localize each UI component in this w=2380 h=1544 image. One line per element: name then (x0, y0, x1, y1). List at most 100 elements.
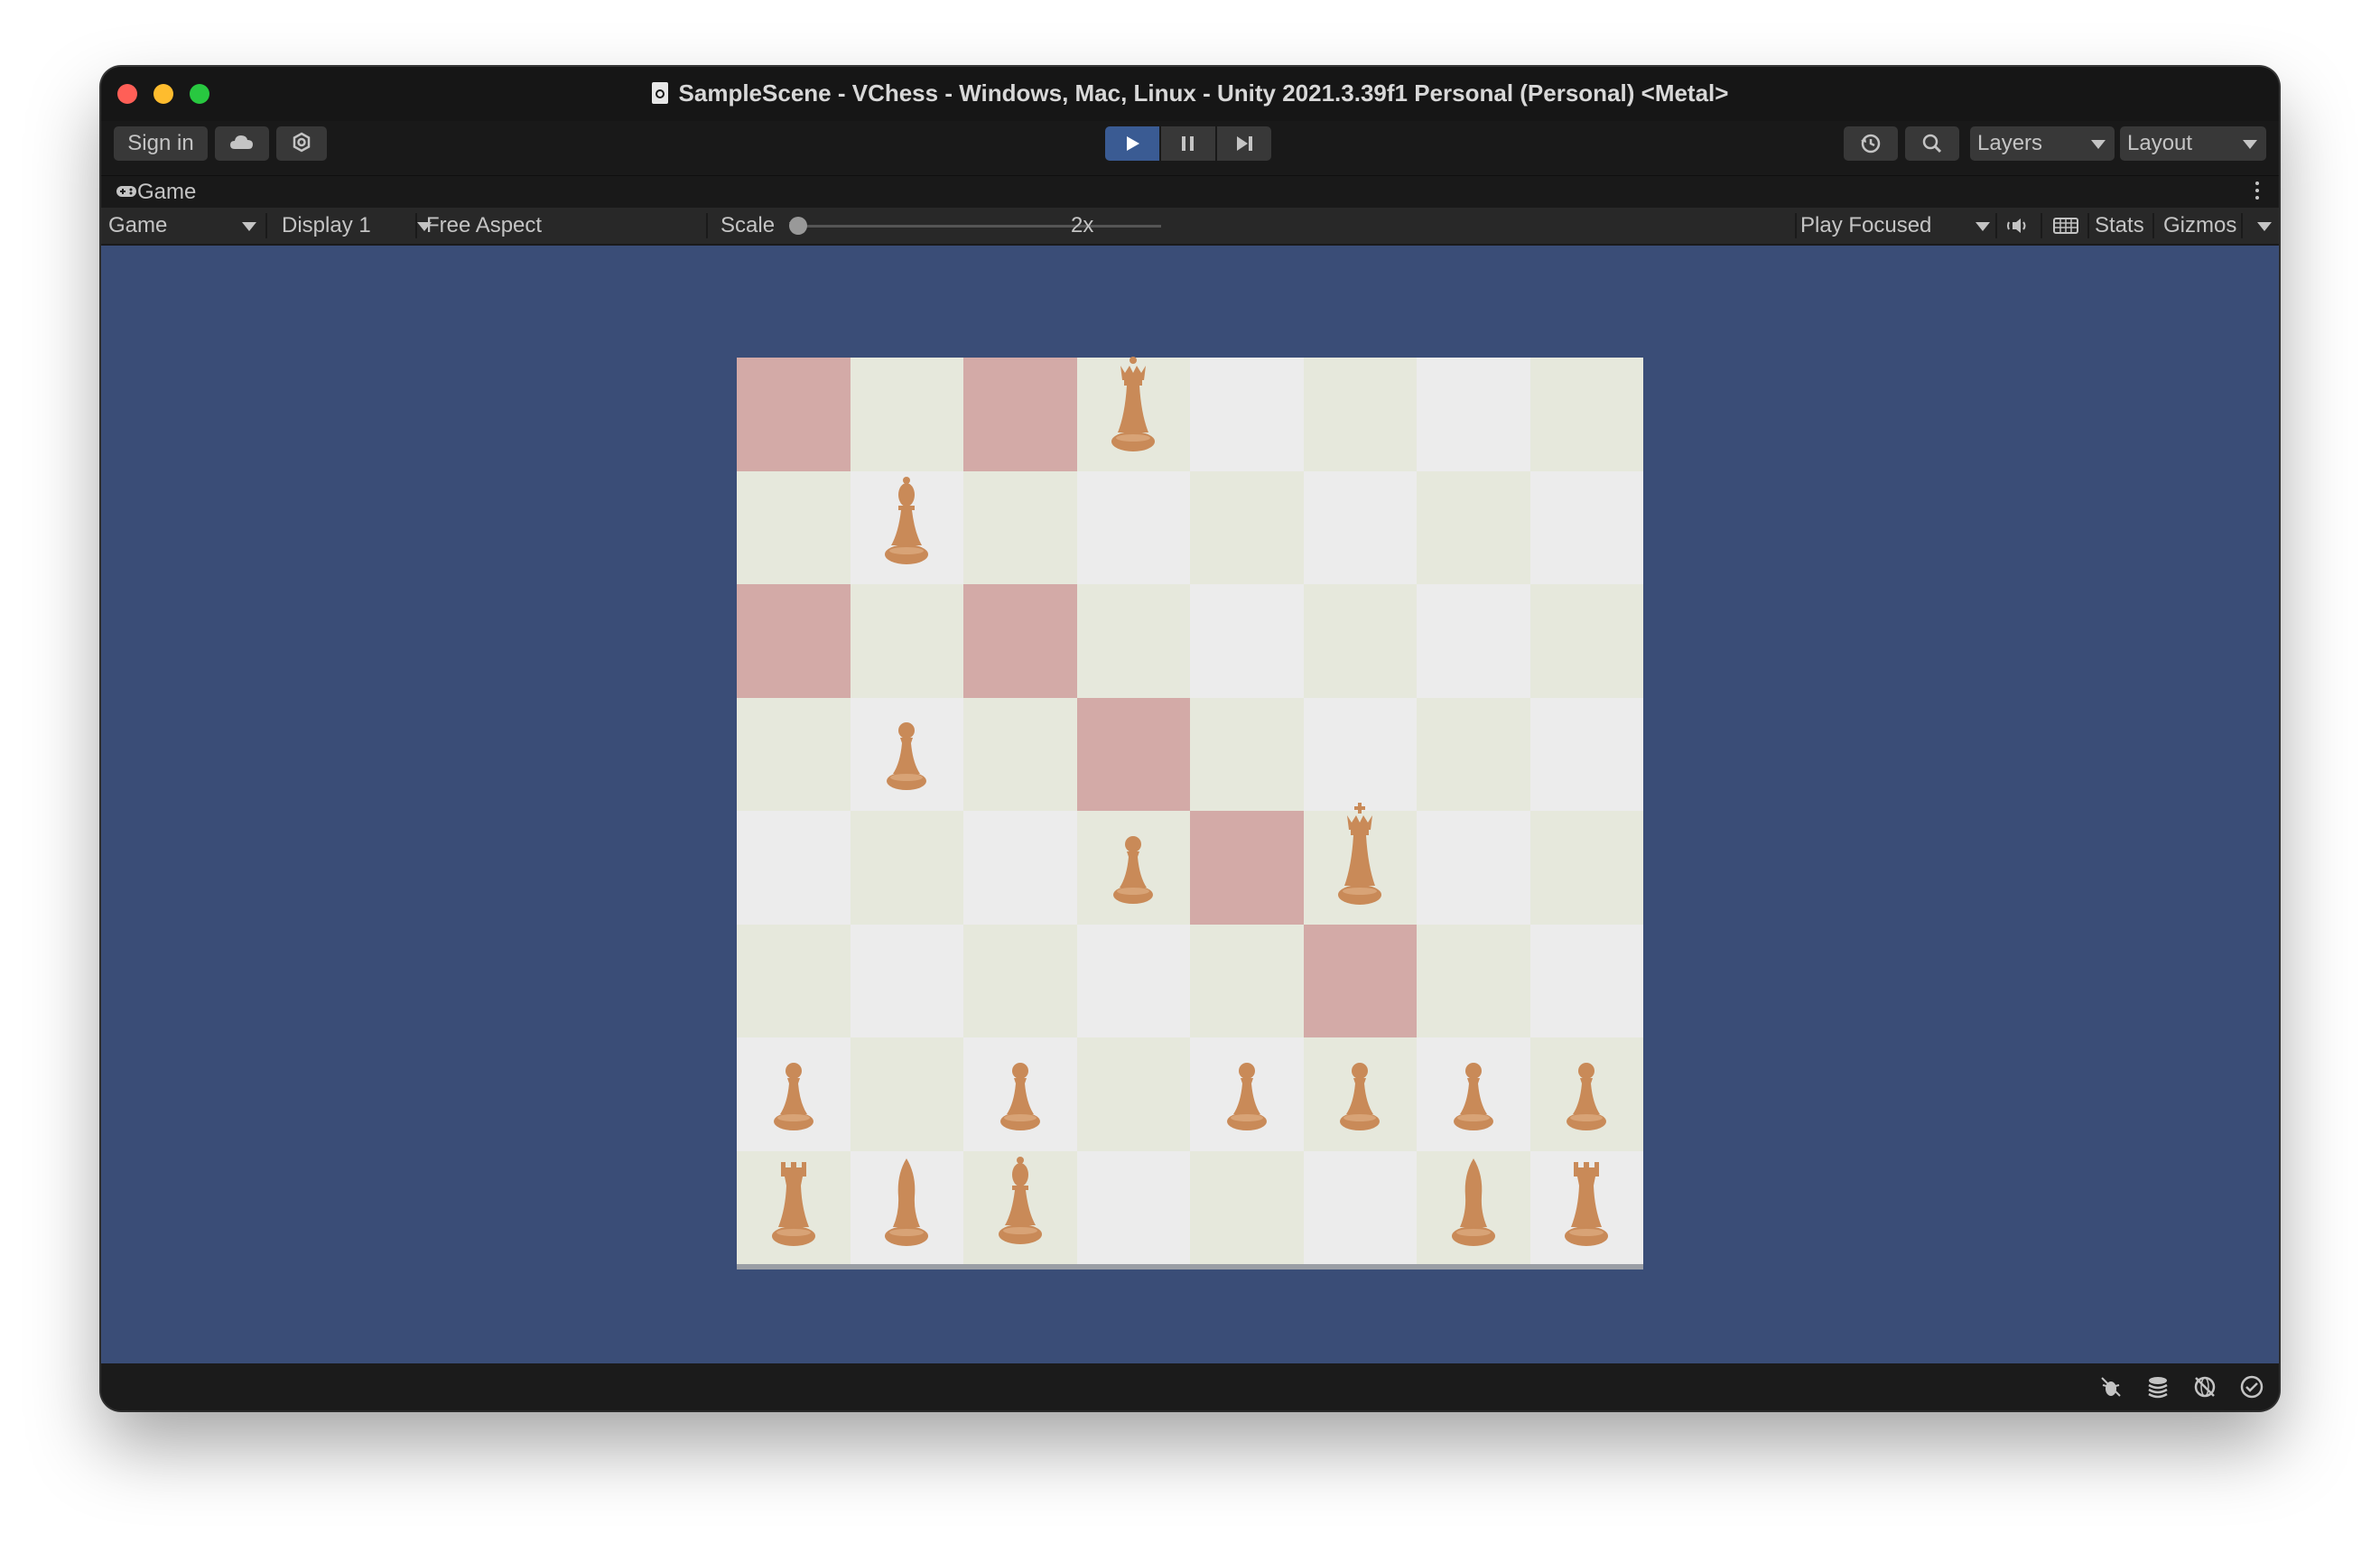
board-square[interactable] (1303, 802, 1417, 925)
board-square[interactable] (1529, 811, 1643, 925)
search-button[interactable] (1905, 126, 1959, 161)
game-view-viewport[interactable] (101, 246, 2279, 1363)
board-square[interactable] (850, 358, 963, 471)
board-square[interactable] (850, 924, 963, 1037)
view-mode-dropdown[interactable]: Game (108, 208, 262, 244)
check-circle-icon[interactable] (2239, 1374, 2264, 1400)
board-square[interactable] (1076, 584, 1190, 698)
board-square[interactable] (1417, 584, 1530, 698)
board-square[interactable] (1076, 355, 1190, 471)
board-square[interactable] (1417, 1150, 1530, 1264)
board-square[interactable] (1076, 811, 1190, 925)
chess-knight-icon[interactable] (880, 1155, 933, 1253)
board-square[interactable] (850, 584, 963, 698)
board-square[interactable] (963, 697, 1077, 811)
more-options-icon[interactable] (2255, 181, 2259, 203)
board-square[interactable] (850, 811, 963, 925)
step-button[interactable] (1217, 126, 1271, 161)
board-square[interactable] (963, 1150, 1077, 1264)
board-square[interactable] (850, 697, 963, 811)
board-square[interactable] (737, 811, 851, 925)
board-square[interactable] (1303, 584, 1417, 698)
board-square[interactable] (1417, 358, 1530, 471)
board-square[interactable] (1529, 470, 1643, 584)
board-square-highlighted[interactable] (737, 358, 851, 471)
board-square[interactable] (1190, 358, 1304, 471)
mute-audio-button[interactable] (2001, 208, 2037, 244)
chess-rook-icon[interactable] (767, 1155, 820, 1253)
chess-bishop-icon[interactable] (994, 1155, 1046, 1253)
board-square[interactable] (850, 1150, 963, 1264)
board-square[interactable] (1303, 697, 1417, 811)
gizmos-button[interactable]: Gizmos (2163, 208, 2236, 244)
board-square[interactable] (737, 924, 851, 1037)
collab-settings-button[interactable] (276, 126, 327, 161)
board-square[interactable] (1303, 1037, 1417, 1151)
board-square-highlighted[interactable] (1076, 697, 1190, 811)
chess-pawn-icon[interactable] (1221, 1058, 1273, 1140)
chess-queen-icon[interactable] (1107, 355, 1159, 460)
board-square[interactable] (1417, 1037, 1530, 1151)
chess-pawn-icon[interactable] (1560, 1058, 1613, 1140)
cloud-button[interactable] (215, 126, 269, 161)
board-square[interactable] (963, 470, 1077, 584)
shortcuts-button[interactable] (2048, 208, 2084, 244)
board-square[interactable] (1190, 584, 1304, 698)
board-square[interactable] (963, 811, 1077, 925)
board-square[interactable] (1417, 470, 1530, 584)
board-square[interactable] (1303, 470, 1417, 584)
board-square[interactable] (1529, 924, 1643, 1037)
chess-pawn-icon[interactable] (1107, 832, 1159, 914)
play-button[interactable] (1105, 126, 1159, 161)
board-square[interactable] (1417, 924, 1530, 1037)
layers-dropdown[interactable]: Layers (1970, 126, 2115, 161)
board-square[interactable] (1417, 697, 1530, 811)
board-square[interactable] (1190, 470, 1304, 584)
board-square[interactable] (737, 1037, 851, 1151)
chess-board[interactable] (737, 355, 1643, 1270)
board-square-highlighted[interactable] (1303, 924, 1417, 1037)
board-square[interactable] (1190, 924, 1304, 1037)
board-square[interactable] (737, 697, 851, 811)
board-square[interactable] (1076, 470, 1190, 584)
chess-pawn-icon[interactable] (1447, 1058, 1500, 1140)
chess-pawn-icon[interactable] (994, 1058, 1046, 1140)
bug-icon[interactable] (2098, 1374, 2124, 1400)
board-square[interactable] (1076, 1150, 1190, 1264)
board-square-highlighted[interactable] (1190, 811, 1304, 925)
layout-dropdown[interactable]: Layout (2120, 126, 2266, 161)
board-square-highlighted[interactable] (737, 584, 851, 698)
chess-pawn-icon[interactable] (767, 1058, 820, 1140)
chess-knight-icon[interactable] (1447, 1155, 1500, 1253)
board-square[interactable] (1190, 1150, 1304, 1264)
tab-game[interactable]: Game (137, 180, 196, 205)
board-square[interactable] (1190, 1037, 1304, 1151)
chess-rook-icon[interactable] (1560, 1155, 1613, 1253)
scale-slider-handle[interactable] (789, 217, 807, 235)
layers-stack-icon[interactable] (2145, 1374, 2171, 1400)
board-square[interactable] (963, 924, 1077, 1037)
board-square[interactable] (737, 470, 851, 584)
board-square[interactable] (963, 1037, 1077, 1151)
board-square[interactable] (1529, 697, 1643, 811)
chess-bishop-icon[interactable] (880, 475, 933, 573)
board-square-highlighted[interactable] (963, 584, 1077, 698)
chess-pawn-icon[interactable] (880, 718, 933, 800)
board-square[interactable] (1529, 584, 1643, 698)
display-dropdown[interactable]: Display 1 (282, 208, 433, 244)
undo-history-button[interactable] (1844, 126, 1898, 161)
board-square[interactable] (850, 1037, 963, 1151)
chess-king-icon[interactable] (1334, 802, 1386, 914)
pause-button[interactable] (1161, 126, 1215, 161)
chess-pawn-icon[interactable] (1334, 1058, 1386, 1140)
board-square[interactable] (1190, 697, 1304, 811)
board-square[interactable] (1529, 358, 1643, 471)
scale-slider-track[interactable] (796, 225, 1161, 228)
board-square[interactable] (1303, 1150, 1417, 1264)
play-focus-dropdown[interactable]: Play Focused (1800, 208, 1990, 244)
board-square[interactable] (1076, 1037, 1190, 1151)
board-square[interactable] (1303, 358, 1417, 471)
board-square[interactable] (737, 1150, 851, 1264)
sign-in-button[interactable]: Sign in (114, 126, 208, 161)
board-square[interactable] (850, 470, 963, 584)
